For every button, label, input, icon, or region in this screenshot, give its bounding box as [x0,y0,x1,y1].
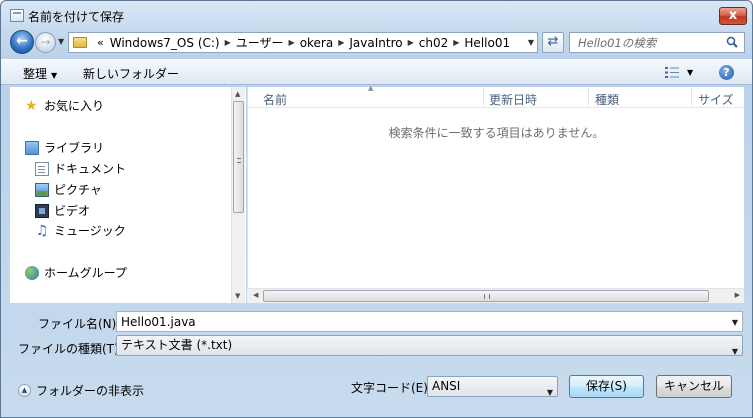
address-bar[interactable]: « Windows7_OS (C:) ▶ ユーザー ▶ okera ▶ Java… [68,32,538,53]
breadcrumb-user[interactable]: okera [297,36,337,50]
search-icon[interactable] [726,36,738,48]
column-divider[interactable] [588,87,589,107]
scroll-thumb[interactable] [263,290,709,302]
nav-pane-scrollbar[interactable]: ▲ ▼ [231,87,245,303]
picture-icon [35,182,49,197]
music-note-icon: ♫ [35,222,49,239]
breadcrumb-javaintro[interactable]: JavaIntro [346,36,405,50]
window-title: 名前を付けて保存 [28,10,125,24]
nav-item-videos[interactable]: ビデオ [35,202,90,219]
column-size[interactable]: サイズ [698,91,734,108]
close-button[interactable]: x [719,7,747,25]
sort-ascending-icon: ▲ [368,84,374,92]
search-input[interactable] [570,33,720,52]
nav-item-documents[interactable]: ドキュメント [35,160,126,177]
file-list[interactable]: 名前 ▲ 更新日時 種類 サイズ 検索条件に一致する項目はありません。 [247,84,745,303]
views-dropdown-icon[interactable]: ▼ [687,68,693,77]
video-icon [35,203,49,218]
grip-icon [237,158,241,163]
breadcrumb-hello01[interactable]: Hello01 [461,36,513,50]
breadcrumb-ch02[interactable]: ch02 [416,36,451,50]
search-box[interactable] [569,32,745,53]
title-bar: 名前を付けて保存 x [1,1,752,29]
homegroup-icon [25,265,39,280]
document-icon [35,161,49,176]
organize-menu[interactable]: 整理 ▼ [23,65,57,82]
notepad-icon [10,9,24,22]
nav-label: ミュージック [54,224,126,238]
chevron-down-icon: ▼ [731,347,738,356]
encoding-value: ANSI [432,379,461,393]
filename-field[interactable]: ▼ [116,311,743,332]
empty-message: 検索条件に一致する項目はありません。 [388,126,605,140]
chevron-right-icon[interactable]: ▶ [406,38,416,47]
nav-item-homegroup[interactable]: ホームグループ [25,264,127,281]
refresh-icon: ⇄ [547,34,559,49]
views-icon[interactable] [665,67,679,78]
nav-label: ドキュメント [54,162,127,176]
nav-label: ビデオ [54,204,91,218]
library-icon [25,140,39,155]
filetype-label: ファイルの種類(T): [18,342,123,356]
organize-label: 整理 [23,67,48,81]
back-button[interactable]: ← [10,30,34,54]
address-dropdown-icon[interactable]: ▼ [528,38,534,47]
grip-icon [484,294,490,299]
nav-label: お気に入り [44,99,105,113]
help-icon[interactable]: ? [719,65,734,80]
breadcrumb-users[interactable]: ユーザー [233,34,287,51]
chevron-up-icon: ▲ [18,384,31,397]
filetype-select[interactable]: テキスト文書 (*.txt) ▼ [116,335,743,356]
nav-label: ホームグループ [44,266,127,280]
filename-label: ファイル名(N): [38,317,121,331]
hide-folders-button[interactable]: ▲ フォルダーの非表示 [18,382,144,399]
nav-label: ピクチャ [54,183,102,197]
refresh-button[interactable]: ⇄ [542,32,564,53]
scroll-down-icon[interactable]: ▼ [235,292,240,300]
filename-input[interactable] [117,312,742,331]
chevron-right-icon[interactable]: ▶ [287,38,297,47]
forward-button[interactable]: → [35,32,56,53]
arrow-left-icon: ← [16,33,28,49]
arrow-right-icon: → [40,35,51,49]
chevron-right-icon[interactable]: ▶ [451,38,461,47]
navigation-pane: ★ お気に入り ライブラリ ドキュメント ピクチャ ビデオ ♫ ミュージック ホ… [10,87,246,303]
save-button[interactable]: 保存(S) [569,375,644,398]
filetype-value: テキスト文書 (*.txt) [121,338,233,352]
column-type[interactable]: 種類 [595,91,619,108]
chevron-right-icon[interactable]: ▶ [336,38,346,47]
scroll-up-icon[interactable]: ▲ [235,90,240,98]
scroll-thumb[interactable] [233,101,244,213]
chevron-right-icon[interactable]: ▶ [223,38,233,47]
scroll-left-icon[interactable]: ◀ [253,291,258,299]
chevron-down-icon[interactable]: ▼ [732,318,738,327]
folder-icon [73,37,87,48]
scroll-right-icon[interactable]: ▶ [735,291,740,299]
navigation-bar: ← → ▼ « Windows7_OS (C:) ▶ ユーザー ▶ okera … [1,29,752,57]
nav-item-music[interactable]: ♫ ミュージック [35,222,126,239]
column-header: 名前 ▲ 更新日時 種類 サイズ [248,84,745,108]
chevron-down-icon: ▼ [546,388,553,397]
file-list-scrollbar[interactable]: ◀ ▶ [247,288,744,303]
column-modified[interactable]: 更新日時 [489,91,537,108]
recent-pages-dropdown[interactable]: ▼ [58,37,64,46]
star-icon: ★ [25,97,38,114]
column-divider[interactable] [483,87,484,107]
encoding-label: 文字コード(E): [351,381,432,395]
column-name[interactable]: 名前 [263,91,287,108]
command-bar: 整理 ▼ 新しいフォルダー ▼ ? [1,59,752,85]
save-as-dialog: 名前を付けて保存 x ← → ▼ « Windows7_OS (C:) ▶ ユー… [0,0,753,418]
column-divider[interactable] [691,87,692,107]
nav-item-libraries[interactable]: ライブラリ [25,139,104,156]
cancel-button[interactable]: キャンセル [656,375,732,398]
nav-item-pictures[interactable]: ピクチャ [35,181,102,198]
nav-label: ライブラリ [44,141,105,155]
chevron-down-icon: ▼ [51,71,58,80]
new-folder-button[interactable]: 新しいフォルダー [83,65,179,82]
hide-folders-label: フォルダーの非表示 [36,384,145,398]
encoding-select[interactable]: ANSI ▼ [427,376,558,397]
nav-item-favorites[interactable]: ★ お気に入り [25,97,104,114]
breadcrumb-overflow[interactable]: « [87,36,107,49]
breadcrumb-drive[interactable]: Windows7_OS (C:) [107,36,223,50]
